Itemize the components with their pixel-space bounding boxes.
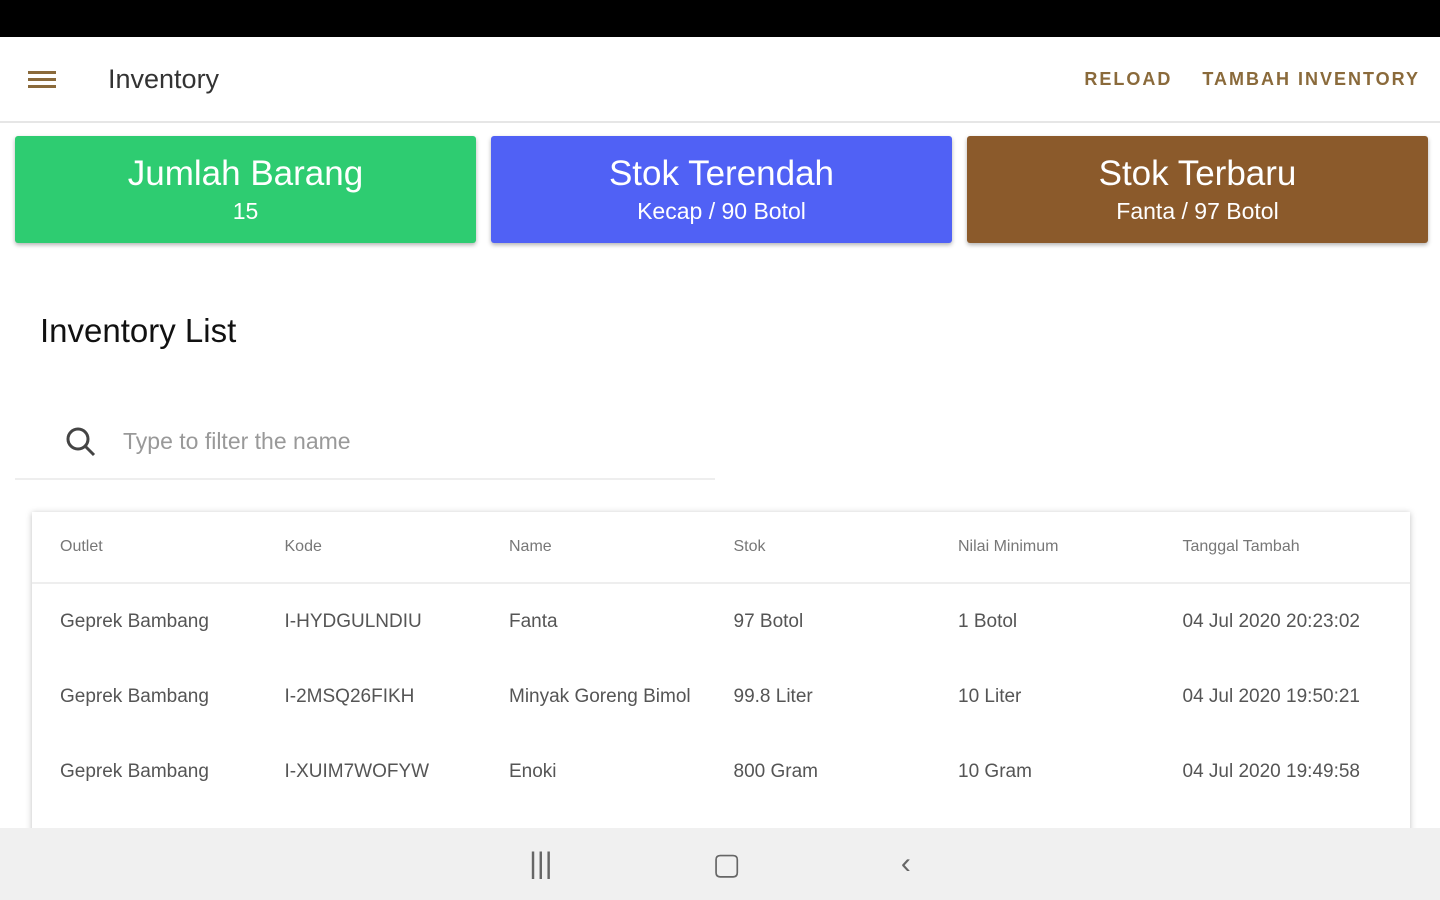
card-latest-stock: Stok Terbaru Fanta / 97 Botol	[967, 136, 1428, 243]
column-header[interactable]: Nilai Minimum	[958, 538, 1183, 556]
cell: 04 Jul 2020 19:49:58	[1182, 760, 1361, 782]
table-row[interactable]: Geprek Bambang I-2MSQ26FIKH Minyak Goren…	[32, 659, 1410, 734]
recents-icon[interactable]: |||	[529, 847, 552, 881]
reload-button[interactable]: RELOAD	[1084, 69, 1172, 90]
cell: I-2MSQ26FIKH	[284, 685, 415, 707]
home-icon[interactable]: ▢	[713, 847, 741, 882]
card-title: Stok Terendah	[608, 154, 835, 193]
cell: Geprek Bambang	[60, 610, 209, 632]
cell: 04 Jul 2020 20:23:02	[1182, 610, 1361, 632]
cell: Geprek Bambang	[60, 685, 209, 707]
card-item-count: Jumlah Barang 15	[15, 136, 476, 243]
card-value: Kecap / 90 Botol	[637, 198, 806, 224]
inventory-table: Outlet Kode Name Stok Nilai Minimum Tang…	[32, 512, 1410, 852]
column-header[interactable]: Name	[509, 538, 734, 556]
cell: I-XUIM7WOFYW	[284, 760, 430, 782]
search-input[interactable]	[123, 428, 623, 455]
cell: 10 Gram	[958, 760, 1032, 782]
cell: Fanta	[509, 610, 558, 632]
table-row[interactable]: Geprek Bambang I-HYDGULNDIU Fanta 97 Bot…	[32, 584, 1410, 659]
column-header[interactable]: Outlet	[60, 538, 285, 556]
table-row[interactable]: Geprek Bambang I-XUIM7WOFYW Enoki 800 Gr…	[32, 734, 1410, 809]
system-nav-bar: ||| ▢ ‹	[0, 828, 1440, 900]
column-header[interactable]: Kode	[285, 538, 510, 556]
card-title: Jumlah Barang	[127, 154, 364, 193]
cell: Minyak Goreng Bimol	[509, 685, 691, 707]
column-header[interactable]: Stok	[734, 538, 959, 556]
cell: 800 Gram	[733, 760, 818, 782]
search-icon	[66, 427, 96, 456]
table-header: Outlet Kode Name Stok Nilai Minimum Tang…	[32, 512, 1410, 584]
cell: 99.8 Liter	[733, 685, 813, 707]
summary-cards: Jumlah Barang 15 Stok Terendah Kecap / 9…	[15, 136, 1428, 243]
card-title: Stok Terbaru	[1098, 154, 1297, 193]
card-value: Fanta / 97 Botol	[1116, 198, 1279, 224]
add-inventory-button[interactable]: TAMBAH INVENTORY	[1202, 69, 1420, 90]
column-header[interactable]: Tanggal Tambah	[1183, 538, 1408, 556]
status-bar	[0, 0, 1440, 37]
card-value: 15	[232, 198, 259, 224]
cell: I-HYDGULNDIU	[284, 610, 422, 632]
cell: 04 Jul 2020 19:50:21	[1182, 685, 1361, 707]
cell: Enoki	[509, 760, 557, 782]
hamburger-menu-icon[interactable]	[28, 67, 56, 92]
cell: Geprek Bambang	[60, 760, 209, 782]
search-bar	[15, 405, 715, 480]
cell: 10 Liter	[958, 685, 1022, 707]
page-title: Inventory	[108, 63, 220, 94]
card-lowest-stock: Stok Terendah Kecap / 90 Botol	[491, 136, 952, 243]
cell: 1 Botol	[958, 610, 1018, 632]
back-icon[interactable]: ‹	[901, 847, 911, 881]
app-bar: Inventory RELOAD TAMBAH INVENTORY	[0, 37, 1440, 123]
cell: 97 Botol	[733, 610, 804, 632]
section-title: Inventory List	[40, 312, 237, 349]
